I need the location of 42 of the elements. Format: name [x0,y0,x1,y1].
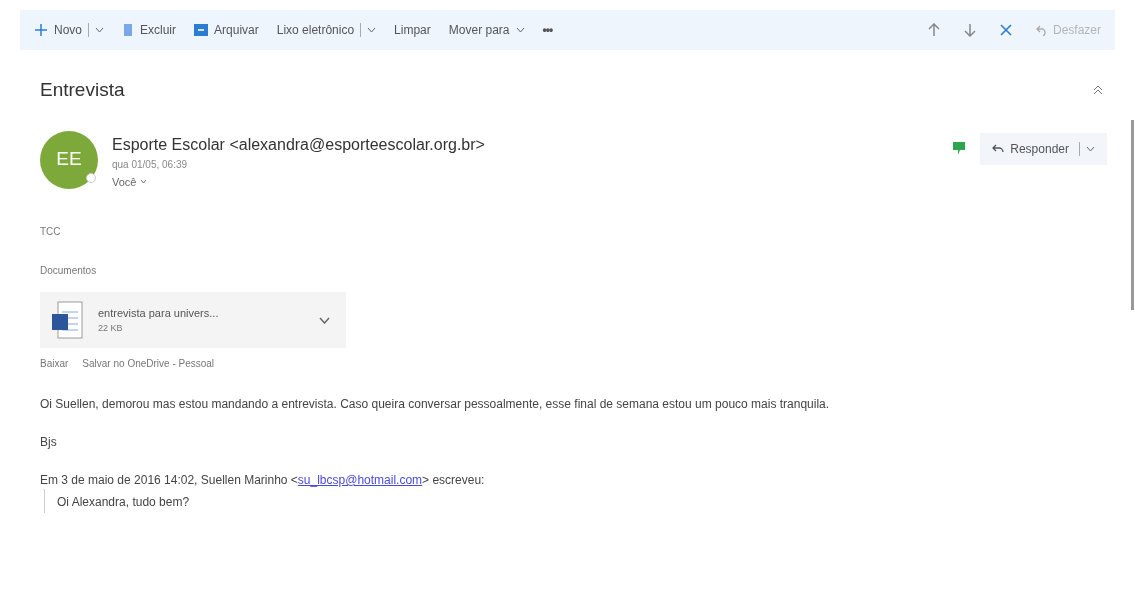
caret-icon [140,179,148,185]
chevron-down-icon[interactable] [319,316,330,324]
attachment-link[interactable]: Salvar no OneDrive - Pessoal [82,356,215,371]
attachment-card[interactable]: entrevista para univers... 22 KB [40,292,346,348]
archive-icon [194,24,209,36]
collapse-icon[interactable] [1093,85,1103,96]
reply-icon [992,143,1005,154]
scrollbar[interactable] [1131,120,1134,310]
quoted-text: Oi Alexandra, tudo bem? [57,495,190,509]
body-paragraph: Bjs [40,434,58,451]
caret-icon [95,27,104,33]
toolbar-button[interactable]: Mover para [448,21,525,39]
caret-icon [367,27,377,33]
toolbar-button[interactable]: ••• [542,21,553,39]
email-link[interactable]: su_lbcsp@hotmail.com [297,473,423,487]
attachment-link[interactable]: Baixar [40,356,69,371]
body-line: Documentos [40,264,98,278]
toolbar-button[interactable]: Limpar [394,21,431,39]
caret-icon[interactable] [1086,145,1095,152]
quote-header: Em 3 de maio de 2016 14:02, Suellen Marinho <su_lbcsp@hotmail.com> escreveu: [40,472,486,489]
sent-date: qua 01/05, 06:39 [112,157,189,172]
avatar: EE [40,130,98,189]
arrow-down-icon[interactable] [963,23,976,37]
toolbar-button[interactable]: Lixo eletrônico [276,21,377,39]
toolbar-button[interactable]: Excluir [122,21,177,39]
recipient-link[interactable]: Você [112,173,485,190]
subject-title: Entrevista [40,78,125,102]
toolbar-button[interactable]: Arquivar [194,21,259,39]
document-icon [50,300,84,340]
close-icon[interactable] [999,24,1012,36]
attachment-size: 22 KB [98,321,124,335]
toolbar-button[interactable]: Novo [34,21,104,39]
reply-button[interactable]: Responder [980,132,1107,165]
trash-icon [122,23,134,37]
undo-icon [1035,24,1048,36]
plus-icon [34,23,48,37]
chevron-down-icon [515,27,525,33]
arrow-up-icon[interactable] [927,23,940,37]
attachment-name: entrevista para univers... [98,306,219,321]
body-paragraph: Oi Suellen, demorou mas estou mandando a entrevista. Caso queira conversar pessoalmente, esse final de semana estou um pouco mais tranquila. [40,396,831,413]
sender-name: Esporte Escolar <alexandra@esporteescolar.org.br> [112,134,485,155]
body-line: TCC [40,225,62,239]
